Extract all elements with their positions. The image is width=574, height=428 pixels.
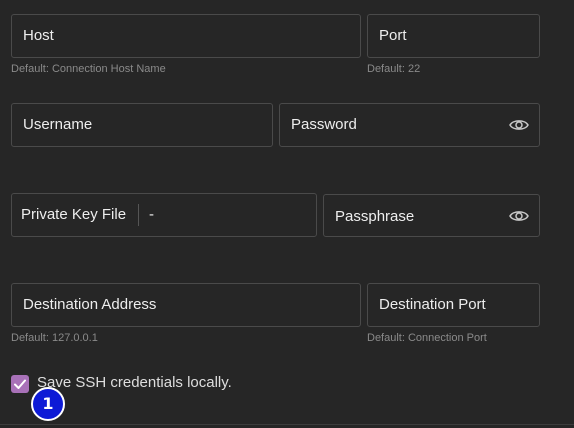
destination-address-label: Destination Address <box>23 296 157 313</box>
eye-icon[interactable] <box>509 116 529 134</box>
bottom-divider <box>0 424 574 425</box>
host-input[interactable]: Host <box>11 14 361 58</box>
passphrase-input[interactable]: Passphrase <box>323 194 540 237</box>
host-hint: Default: Connection Host Name <box>11 63 166 75</box>
password-input[interactable]: Password <box>279 103 540 147</box>
save-credentials-checkbox[interactable] <box>11 375 29 393</box>
eye-icon[interactable] <box>509 207 529 225</box>
destination-address-input[interactable]: Destination Address <box>11 283 361 327</box>
destination-port-hint: Default: Connection Port <box>367 332 487 344</box>
destination-address-hint: Default: 127.0.0.1 <box>11 332 98 344</box>
password-label: Password <box>291 116 357 133</box>
private-key-file-value: - <box>149 206 154 223</box>
step-marker-badge: 1 <box>31 387 65 421</box>
private-key-file-label: Private Key File <box>21 206 127 223</box>
checkmark-icon <box>14 379 26 389</box>
port-input[interactable]: Port <box>367 14 540 58</box>
port-hint: Default: 22 <box>367 63 421 75</box>
save-credentials-label[interactable]: Save SSH credentials locally. <box>37 374 232 391</box>
destination-port-label: Destination Port <box>379 296 486 313</box>
ssh-tunnel-form: Host Default: Connection Host Name Port … <box>0 0 574 428</box>
private-key-divider <box>138 204 139 226</box>
private-key-file-input[interactable]: Private Key File - <box>11 193 317 237</box>
passphrase-label: Passphrase <box>335 208 415 225</box>
destination-port-input[interactable]: Destination Port <box>367 283 540 327</box>
host-label: Host <box>23 27 54 44</box>
username-label: Username <box>23 116 93 133</box>
username-input[interactable]: Username <box>11 103 273 147</box>
port-label: Port <box>379 27 407 44</box>
